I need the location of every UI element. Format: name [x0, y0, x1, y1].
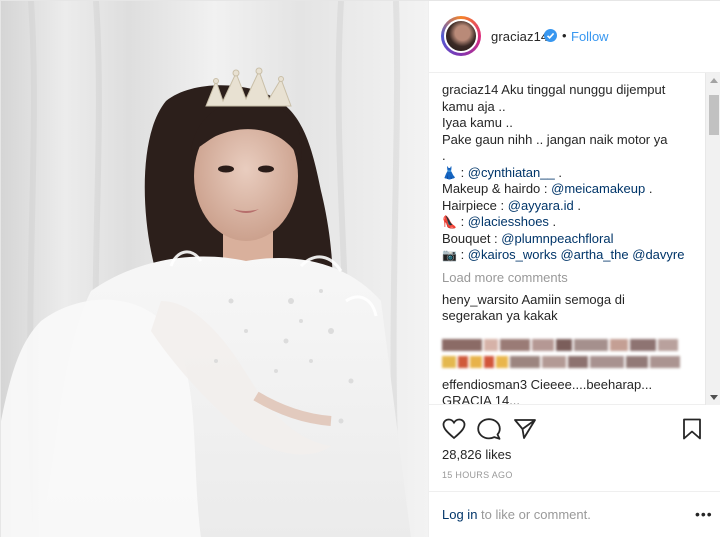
mention-link[interactable]: @ayyara.id: [508, 198, 574, 213]
load-more-comments-button[interactable]: Load more comments: [442, 270, 697, 288]
header-separator: •: [562, 28, 567, 43]
caption-text-line: .: [442, 148, 446, 163]
share-icon[interactable]: [513, 418, 537, 443]
mention-link[interactable]: @kairos_works: [468, 247, 557, 262]
mention-link[interactable]: @davyre: [632, 247, 684, 262]
comment-username[interactable]: heny_warsito: [442, 292, 519, 307]
caption-punct: .: [554, 164, 562, 180]
header-username[interactable]: graciaz14: [491, 29, 548, 44]
action-bar: [429, 405, 720, 451]
comments-content: graciaz14 Aku tinggal nunggu dijemput ka…: [442, 82, 697, 405]
caption-separator: :: [456, 164, 468, 180]
post-timestamp[interactable]: 15 HOURS AGO: [442, 470, 513, 480]
caption: graciaz14 Aku tinggal nunggu dijemput ka…: [442, 82, 697, 264]
login-prompt-text: to like or comment.: [477, 507, 591, 522]
comment-username[interactable]: effendiosman3: [442, 377, 527, 392]
post-frame: graciaz14 • Follow graciaz14 Aku tinggal…: [0, 0, 720, 537]
comments-scrollbar[interactable]: [705, 73, 720, 405]
dress-emoji-icon: 👗: [442, 165, 457, 180]
comment-item: effendiosman3 Cieeee....beeharap... GRAC…: [442, 376, 697, 405]
bookmark-icon[interactable]: [682, 418, 702, 443]
caption-punct: .: [573, 197, 581, 213]
login-bar: Log in to like or comment. •••: [429, 491, 720, 537]
likes-count[interactable]: 28,826 likes: [442, 447, 511, 462]
comment-text: Cieeee....beeharap...: [530, 376, 653, 392]
shoe-emoji-icon: 👠: [442, 215, 457, 229]
follow-button[interactable]: Follow: [571, 29, 609, 44]
avatar[interactable]: [441, 16, 481, 56]
comment-text: Aamiin semoga di: [521, 291, 625, 307]
comment-text: GRACIA 14...: [442, 393, 521, 405]
scroll-up-arrow-icon[interactable]: [710, 78, 718, 83]
caption-separator: :: [456, 214, 468, 229]
caption-username[interactable]: graciaz14: [442, 82, 498, 97]
mention-link[interactable]: @laciesshoes: [468, 214, 549, 229]
caption-label: Hairpiece :: [442, 197, 508, 213]
caption-separator: :: [456, 247, 468, 262]
mention-link[interactable]: @meicamakeup: [551, 181, 645, 196]
login-link[interactable]: Log in: [442, 507, 477, 522]
post-header: graciaz14 • Follow: [429, 1, 720, 73]
caption-label: Bouquet :: [442, 230, 502, 246]
login-prompt: Log in to like or comment.: [442, 507, 591, 522]
comment-text: segerakan ya kakak: [442, 308, 558, 323]
verified-badge-icon: [544, 29, 557, 42]
scroll-down-arrow-icon[interactable]: [710, 395, 718, 400]
comment-item: heny_warsito Aamiin semoga di segerakan …: [442, 292, 697, 325]
avatar-image: [444, 19, 478, 53]
mention-link[interactable]: @plumnpeachfloral: [501, 231, 613, 246]
heart-icon[interactable]: [442, 418, 466, 443]
post-photo[interactable]: [1, 1, 428, 537]
caption-label: Makeup & hairdo :: [442, 181, 552, 196]
comments-list[interactable]: graciaz14 Aku tinggal nunggu dijemput ka…: [429, 73, 720, 405]
mention-link[interactable]: @artha_the: [560, 247, 628, 262]
caption-text-line: kamu aja ..: [442, 98, 506, 114]
caption-punct: .: [645, 181, 653, 196]
mention-link[interactable]: @cynthiatan__: [468, 165, 555, 180]
more-options-icon[interactable]: •••: [695, 506, 713, 522]
bride-photo-illustration: [1, 1, 428, 537]
caption-text-line: Iyaa kamu ..: [442, 115, 513, 130]
blurred-comment: [442, 337, 697, 373]
caption-punct: .: [548, 214, 557, 229]
post-side-panel: graciaz14 • Follow graciaz14 Aku tinggal…: [428, 1, 720, 537]
comment-icon[interactable]: [477, 418, 501, 443]
camera-emoji-icon: 📷: [442, 248, 457, 262]
scrollbar-thumb[interactable]: [709, 95, 719, 135]
caption-text-line: Pake gaun nihh .. jangan naik motor ya: [442, 131, 668, 147]
caption-text-line: Aku tinggal nunggu dijemput: [501, 82, 666, 97]
